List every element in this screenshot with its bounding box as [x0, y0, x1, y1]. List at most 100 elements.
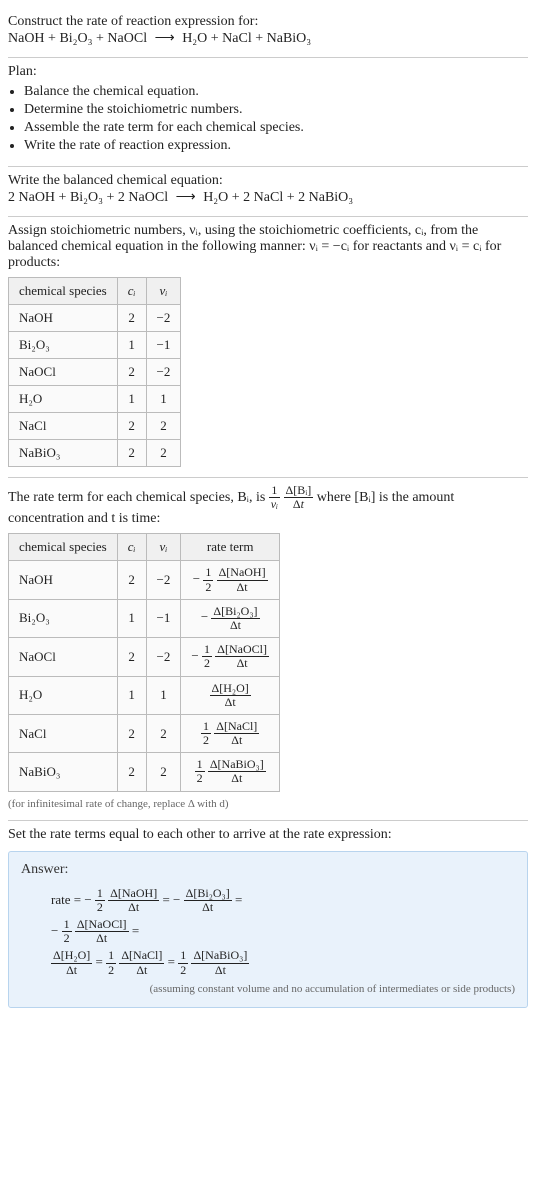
table-row: NaCl2212 Δ[NaCl]Δt — [9, 714, 280, 752]
cell-c: 2 — [117, 305, 146, 332]
rate-label: rate = — [51, 892, 84, 907]
balanced-equation: 2 NaOH + Bi₂O₃ + 2 NaOCl ⟶ H₂O + 2 NaCl … — [8, 189, 528, 206]
rate-term: 12 Δ[NaCl]Δt — [106, 954, 164, 969]
table-row: Bi₂O₃1−1 — [9, 332, 181, 359]
cell-rate-term: 12 Δ[NaCl]Δt — [181, 714, 280, 752]
cell-species: NaBiO₃ — [9, 753, 118, 791]
table-row: NaBiO₃2212 Δ[NaBiO₃]Δt — [9, 753, 280, 791]
table-header-row: chemical species cᵢ νᵢ — [9, 278, 181, 305]
cell-rate-term: Δ[H₂O]Δt — [181, 676, 280, 714]
table-row: Bi₂O₃1−1 − Δ[Bi₂O₃]Δt — [9, 599, 280, 637]
answer-note: (assuming constant volume and no accumul… — [21, 983, 515, 995]
cell-v: 2 — [146, 714, 181, 752]
plan-heading: Plan: — [8, 64, 528, 80]
equals-sign: = — [164, 954, 178, 969]
table-header-row: chemical species cᵢ νᵢ rate term — [9, 534, 280, 561]
rate-term: − Δ[Bi₂O₃]Δt — [201, 609, 260, 624]
plan-section: Plan: Balance the chemical equation. Det… — [8, 58, 528, 167]
plan-item: Write the rate of reaction expression. — [24, 138, 528, 154]
col-species: chemical species — [9, 534, 118, 561]
cell-c: 1 — [117, 332, 146, 359]
balanced-heading: Write the balanced chemical equation: — [8, 173, 528, 189]
col-vi: νᵢ — [146, 278, 181, 305]
balanced-rhs: H₂O + 2 NaCl + 2 NaBiO₃ — [203, 190, 353, 205]
cell-species: H₂O — [9, 386, 118, 413]
cell-rate-term: − 12 Δ[NaOH]Δt — [181, 561, 280, 599]
final-heading: Set the rate terms equal to each other t… — [8, 827, 528, 843]
cell-c: 2 — [117, 359, 146, 386]
rate-term: − Δ[Bi₂O₃]Δt — [173, 892, 232, 907]
cell-c: 2 — [117, 638, 146, 676]
rate-term: 12 Δ[NaCl]Δt — [201, 725, 259, 740]
cell-c: 1 — [117, 676, 146, 714]
plan-item: Assemble the rate term for each chemical… — [24, 120, 528, 136]
cell-v: −2 — [146, 638, 181, 676]
cell-v: −1 — [146, 332, 181, 359]
cell-species: Bi₂O₃ — [9, 599, 118, 637]
cell-species: NaOH — [9, 305, 118, 332]
cell-species: NaOCl — [9, 638, 118, 676]
stoich-heading: Assign stoichiometric numbers, νᵢ, using… — [8, 223, 528, 271]
stoich-section: Assign stoichiometric numbers, νᵢ, using… — [8, 217, 528, 478]
col-species: chemical species — [9, 278, 118, 305]
table-row: NaCl22 — [9, 413, 181, 440]
final-section: Set the rate terms equal to each other t… — [8, 821, 528, 1019]
plan-item: Determine the stoichiometric numbers. — [24, 102, 528, 118]
cell-c: 1 — [117, 599, 146, 637]
cell-c: 2 — [117, 413, 146, 440]
prompt-section: Construct the rate of reaction expressio… — [8, 8, 528, 58]
table-row: H₂O11 — [9, 386, 181, 413]
cell-rate-term: − 12 Δ[NaOCl]Δt — [181, 638, 280, 676]
fraction-icon: Δ[Bᵢ]Δt — [284, 484, 314, 511]
rate-term: Δ[H₂O]Δt — [51, 954, 92, 969]
cell-v: −1 — [146, 599, 181, 637]
cell-v: −2 — [146, 359, 181, 386]
equals-sign: = — [129, 923, 140, 938]
col-rate-term: rate term — [181, 534, 280, 561]
cell-species: NaOCl — [9, 359, 118, 386]
fraction-icon: 1νᵢ — [269, 484, 280, 511]
rate-term: − 12 Δ[NaOH]Δt — [84, 892, 159, 907]
reaction-arrow-icon: ⟶ — [151, 31, 179, 46]
cell-rate-term: 12 Δ[NaBiO₃]Δt — [181, 753, 280, 791]
table-row: NaOH2−2 — [9, 305, 181, 332]
cell-v: 2 — [146, 413, 181, 440]
plan-item: Balance the chemical equation. — [24, 84, 528, 100]
col-ci: cᵢ — [117, 534, 146, 561]
cell-c: 2 — [117, 714, 146, 752]
intro-text-a: The rate term for each chemical species,… — [8, 490, 269, 505]
cell-species: Bi₂O₃ — [9, 332, 118, 359]
cell-v: 1 — [146, 676, 181, 714]
answer-box: Answer: rate = − 12 Δ[NaOH]Δt = − Δ[Bi₂O… — [8, 851, 528, 1009]
rate-term: 12 Δ[NaBiO₃]Δt — [195, 763, 266, 778]
cell-species: NaCl — [9, 714, 118, 752]
rate-term-intro: The rate term for each chemical species,… — [8, 484, 528, 527]
cell-v: −2 — [146, 561, 181, 599]
table-row: NaOCl2−2 — [9, 359, 181, 386]
cell-species: H₂O — [9, 676, 118, 714]
cell-rate-term: − Δ[Bi₂O₃]Δt — [181, 599, 280, 637]
cell-v: 2 — [146, 440, 181, 467]
eq-lhs: NaOH + Bi₂O₃ + NaOCl — [8, 31, 147, 46]
equals-sign: = — [92, 954, 106, 969]
equals-sign: = — [232, 892, 243, 907]
table-row: NaBiO₃22 — [9, 440, 181, 467]
rate-term: − 12 Δ[NaOH]Δt — [193, 571, 268, 586]
cell-species: NaBiO₃ — [9, 440, 118, 467]
answer-equation: rate = − 12 Δ[NaOH]Δt = − Δ[Bi₂O₃]Δt = −… — [21, 884, 515, 978]
cell-c: 2 — [117, 561, 146, 599]
stoich-table: chemical species cᵢ νᵢ NaOH2−2 Bi₂O₃1−1 … — [8, 277, 181, 467]
rate-term: Δ[H₂O]Δt — [210, 686, 251, 701]
prompt-line: Construct the rate of reaction expressio… — [8, 14, 528, 30]
eq-rhs: H₂O + NaCl + NaBiO₃ — [182, 31, 311, 46]
cell-species: NaCl — [9, 413, 118, 440]
rate-term-section: The rate term for each chemical species,… — [8, 478, 528, 821]
rate-term: − 12 Δ[NaOCl]Δt — [51, 923, 129, 938]
delta-note: (for infinitesimal rate of change, repla… — [8, 798, 528, 810]
cell-c: 2 — [117, 440, 146, 467]
plan-list: Balance the chemical equation. Determine… — [8, 84, 528, 154]
table-row: NaOH2−2 − 12 Δ[NaOH]Δt — [9, 561, 280, 599]
cell-v: 1 — [146, 386, 181, 413]
rate-term: 12 Δ[NaBiO₃]Δt — [178, 954, 249, 969]
cell-species: NaOH — [9, 561, 118, 599]
